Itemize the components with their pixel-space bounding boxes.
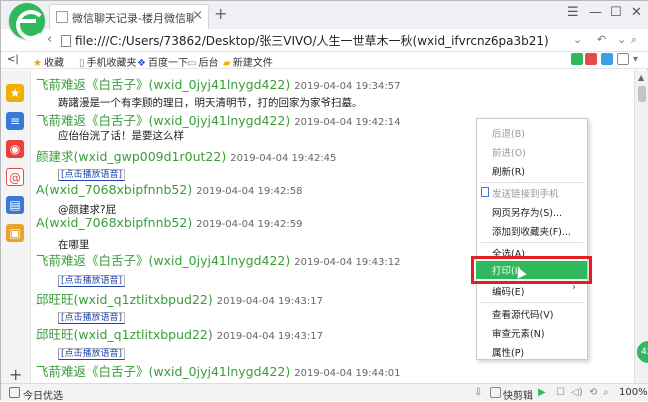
shield-icon[interactable]: [571, 53, 583, 65]
clip-icon: [490, 387, 501, 398]
close-button[interactable]: ✕: [631, 5, 642, 20]
add-icon[interactable]: +: [9, 365, 22, 384]
folder-icon: ▰: [223, 58, 231, 69]
weibo-icon[interactable]: ◉: [6, 140, 24, 158]
message-text: 踌躇漫是一个有李顾的理日，明天清明节，打的回家为家爷扫墓。: [58, 97, 363, 109]
menu-item-add-favorite[interactable]: 添加到收藏夹(F)...: [492, 224, 571, 238]
phone-icon: [481, 187, 489, 197]
document-icon[interactable]: ▤: [6, 196, 24, 214]
new-tab-button[interactable]: +: [214, 4, 227, 23]
menu-item-refresh[interactable]: 刷新(R): [492, 164, 525, 178]
browser-window: 微信聊天记录-楼月微信聊天记录 × + ☰ — ☐ ✕ ‹ file:///C:…: [0, 0, 648, 402]
undo-icon[interactable]: ↶: [597, 33, 606, 46]
voice-link[interactable]: [点击播放语音]: [58, 273, 126, 287]
menu-separator: [481, 182, 583, 183]
list-icon[interactable]: ≡: [6, 112, 24, 130]
minimize-button[interactable]: —: [589, 5, 602, 20]
zoom-level[interactable]: 100%: [619, 387, 648, 398]
browser-tab[interactable]: 微信聊天记录-楼月微信聊天记录 ×: [49, 4, 209, 29]
message-header: 邱旺旺(wxid_q1ztlitxbpud22) 2019-04-04 19:43…: [36, 292, 323, 307]
menu-item-inspect[interactable]: 审查元素(N): [492, 326, 545, 340]
menu-item-view-source[interactable]: 查看源代码(V): [492, 307, 553, 321]
tab-title: 微信聊天记录-楼月微信聊天记录: [72, 12, 194, 25]
page-icon: ▭: [187, 58, 197, 69]
sidebar-toggle-button[interactable]: <|: [7, 54, 19, 65]
message-header: 飞葥难返《白舌子》(wxid_0jyj41lnygd422) 2019-04-04…: [36, 364, 401, 379]
tab-close-icon[interactable]: ×: [192, 8, 203, 23]
menu-item-properties[interactable]: 属性(P): [492, 345, 524, 359]
message-header: A(wxid_7068xbipfnnb52) 2019-04-04 19:42:5…: [36, 215, 303, 230]
bookmark-backend[interactable]: ▭ 后台: [187, 54, 218, 69]
menu-item-forward[interactable]: 前进(O): [492, 145, 526, 159]
favorites-star-icon[interactable]: ★: [6, 84, 24, 102]
url-field[interactable]: file:///C:/Users/73862/Desktop/张三VIVO/人生…: [61, 32, 567, 49]
search-icon[interactable]: ⌕: [631, 33, 637, 47]
voice-link[interactable]: [点击播放语音]: [58, 310, 126, 324]
phone-icon: ▯: [79, 58, 85, 69]
message-text: 应佁佁洸了话！是要这么样: [58, 130, 184, 142]
speaker-icon[interactable]: ◁): [571, 387, 583, 398]
baidu-icon: ❖: [137, 58, 146, 69]
message-header: 邱旺旺(wxid_q1ztlitxbpud22) 2019-04-04 19:43…: [36, 327, 323, 342]
notes-icon[interactable]: ▣: [6, 224, 24, 242]
address-bar: ‹ file:///C:/Users/73862/Desktop/张三VIVO/…: [1, 29, 648, 52]
menu-separator: [481, 302, 583, 303]
zoom-icon[interactable]: ⌕: [603, 387, 609, 398]
scroll-up-icon[interactable]: ▲: [638, 73, 644, 82]
play-icon[interactable]: ▶: [538, 387, 546, 398]
today-icon: [9, 387, 20, 398]
bookmarks-bar: <| ★ 收藏 ▯ 手机收藏夹 ❖ 百度一下 ▭ 后台 ▰ 新建文件 ▾: [1, 52, 648, 69]
dropdown-icon[interactable]: ⌄: [573, 33, 582, 46]
status-bar: 今日优选 ⇩ 快剪辑 ▶ ☐ ◁) ⟲ ⌕ 100%: [1, 383, 648, 402]
voice-link[interactable]: [点击播放语音]: [58, 167, 126, 181]
star-icon: ★: [33, 58, 42, 69]
message-header: A(wxid_7068xbipfnnb52) 2019-04-04 19:42:5…: [36, 182, 303, 197]
menu-item-print[interactable]: 打印(I): [471, 256, 592, 284]
side-toolbar: ★ ≡ ◉ @ ▤ ▣ +: [1, 70, 31, 384]
menu-item-back[interactable]: 后退(B): [492, 126, 525, 140]
bookmark-new-folder[interactable]: ▰ 新建文件: [223, 54, 273, 69]
game-icon[interactable]: [601, 53, 613, 65]
tools-icon[interactable]: ☐: [556, 387, 565, 398]
vertical-scrollbar[interactable]: ▲: [634, 70, 648, 383]
menu-icon[interactable]: ☰: [567, 5, 579, 20]
file-icon: [61, 35, 71, 47]
voice-link[interactable]: [点击播放语音]: [58, 346, 126, 360]
menu-item-save-as[interactable]: 网页另存为(S)...: [492, 205, 562, 219]
more-icon[interactable]: ▾: [633, 54, 638, 65]
bookmark-favorites[interactable]: ★ 收藏: [33, 54, 64, 69]
download-icon[interactable]: ⇩: [474, 387, 482, 398]
menu-separator: [481, 242, 583, 243]
chevron-down-icon[interactable]: ⌄: [617, 33, 626, 46]
back-button[interactable]: ‹: [47, 32, 52, 47]
message-header: 颜建求(wxid_gwp009d1r0ut22) 2019-04-04 19:42…: [36, 149, 337, 164]
title-bar: 微信聊天记录-楼月微信聊天记录 × + ☰ — ☐ ✕: [1, 1, 648, 29]
message-header: 飞葥难返《白舌子》(wxid_0jyj41lnygd422) 2019-04-04…: [36, 77, 401, 92]
url-text: file:///C:/Users/73862/Desktop/张三VIVO/人生…: [75, 34, 549, 48]
scroll-thumb[interactable]: [638, 86, 646, 102]
context-menu: 后退(B) 前进(O) 刷新(R) 发送链接到手机 网页另存为(S)... 添加…: [476, 118, 588, 360]
maximize-button[interactable]: ☐: [610, 5, 622, 20]
extension-icon[interactable]: [585, 53, 597, 65]
message-header: 飞葥难返《白舌子》(wxid_0jyj41lnygd422) 2019-04-04…: [36, 113, 401, 128]
sync-icon[interactable]: ⟲: [589, 387, 597, 398]
bookmark-mobile-favorites[interactable]: ▯ 手机收藏夹: [79, 54, 137, 69]
menu-item-encoding[interactable]: 编码(E): [492, 284, 524, 298]
bookmark-baidu[interactable]: ❖ 百度一下: [137, 54, 188, 69]
grid-icon[interactable]: [617, 53, 629, 65]
email-icon[interactable]: @: [6, 168, 24, 186]
menu-item-send-to-phone[interactable]: 发送链接到手机: [492, 186, 559, 200]
message-header: 飞葥难返《白舌子》(wxid_0jyj41lnygd422) 2019-04-04…: [36, 253, 401, 268]
page-icon: [56, 11, 68, 23]
browser-logo-icon: [9, 3, 46, 40]
